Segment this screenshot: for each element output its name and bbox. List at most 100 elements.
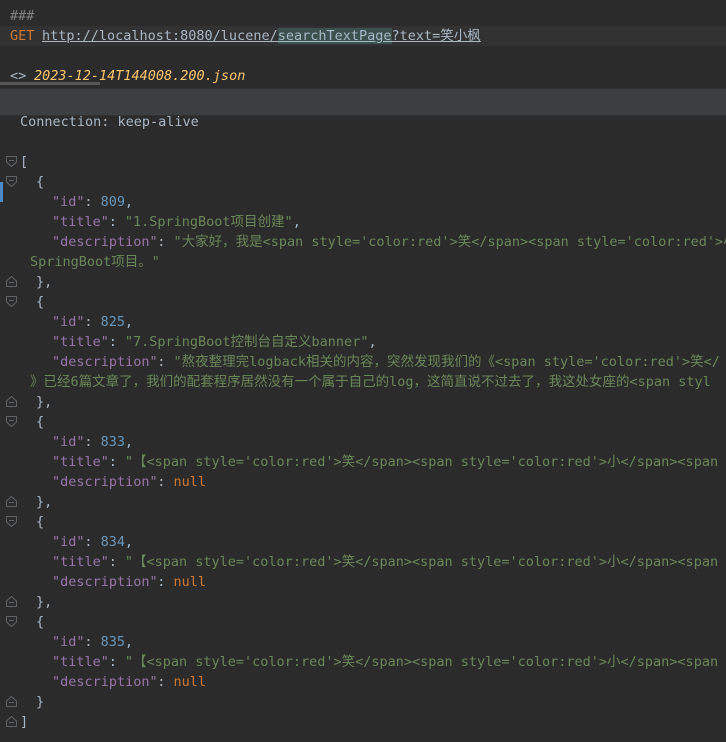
fold-open-icon[interactable] xyxy=(6,516,17,527)
json-colon: : xyxy=(157,474,174,490)
json-key-description: "description" xyxy=(52,354,158,370)
request-url-base[interactable]: http://localhost:8080/lucene/ xyxy=(42,28,278,44)
fold-close-icon[interactable] xyxy=(6,396,17,407)
json-comma: , xyxy=(124,194,134,210)
json-key-id: "id" xyxy=(52,194,85,210)
json-field-description: "description": null xyxy=(0,572,726,592)
json-key-description: "description" xyxy=(52,234,158,250)
json-field-id: "id": 834, xyxy=(0,532,726,552)
json-object-close: }, xyxy=(36,494,53,510)
json-field-id: "id": 809, xyxy=(0,192,726,212)
fold-close-icon[interactable] xyxy=(6,596,17,607)
json-field-title: "title": "7.SpringBoot控制台自定义banner", xyxy=(0,332,726,352)
request-url-query[interactable]: ?text=笑小枫 xyxy=(392,28,481,44)
request-separator: ### xyxy=(10,8,35,24)
json-colon: : xyxy=(84,534,101,550)
json-value-id: 834 xyxy=(100,534,125,550)
json-key-title: "title" xyxy=(52,454,109,470)
fold-open-icon[interactable] xyxy=(6,416,17,427)
json-array-close: ] xyxy=(20,714,29,730)
response-header-connection: Connection: keep-alive xyxy=(20,114,199,130)
json-object-close-line: }, xyxy=(0,392,726,412)
json-colon: : xyxy=(157,674,174,690)
json-key-title: "title" xyxy=(52,334,109,350)
json-value-description: null xyxy=(173,474,207,490)
json-object-close-line: } xyxy=(0,692,726,712)
json-object-close-line: }, xyxy=(0,592,726,612)
json-colon: : xyxy=(157,234,174,250)
json-object-close: }, xyxy=(36,394,53,410)
json-object-close-line: }, xyxy=(0,492,726,512)
response-header-line: Connection: keep-alive xyxy=(0,112,726,132)
json-object-open: { xyxy=(36,514,45,530)
json-colon: : xyxy=(84,194,101,210)
fold-open-icon[interactable] xyxy=(6,296,17,307)
json-value-id: 835 xyxy=(100,634,125,650)
json-value-id: 833 xyxy=(100,434,125,450)
fold-close-icon[interactable] xyxy=(6,696,17,707)
json-array-close-line: ] xyxy=(0,712,726,732)
http-method[interactable]: GET xyxy=(10,26,34,46)
json-comma: , xyxy=(124,634,134,650)
json-field-title: "title": "【<span style='color:red'>笑</sp… xyxy=(0,452,726,472)
json-key-title: "title" xyxy=(52,554,109,570)
json-key-title: "title" xyxy=(52,654,109,670)
json-value-title: "【<span style='color:red'>笑</span><span … xyxy=(124,554,726,570)
json-key-id: "id" xyxy=(52,314,85,330)
request-separator-line: ### xyxy=(0,6,726,26)
json-colon: : xyxy=(108,334,125,350)
json-field-description-wrap: 》已经6篇文章了，我们的配套程序居然没有一个属于自己的log，这简直说不过去了，… xyxy=(0,372,726,392)
request-line[interactable]: GET http://localhost:8080/lucene/searchT… xyxy=(0,26,726,46)
json-object-open-line: { xyxy=(0,172,726,192)
json-array-open: [ xyxy=(20,154,29,170)
json-object-close: } xyxy=(36,694,45,710)
json-field-title: "title": "【<span style='color:red'>笑</sp… xyxy=(0,552,726,572)
json-comma: , xyxy=(124,434,134,450)
json-value-description: null xyxy=(173,574,207,590)
json-value-title: "1.SpringBoot项目创建", xyxy=(124,214,301,230)
json-value-description: "熬夜整理完logback相关的内容，突然发现我们的《<span style='… xyxy=(173,354,720,370)
json-field-id: "id": 833, xyxy=(0,432,726,452)
json-colon: : xyxy=(84,314,101,330)
fold-close-icon[interactable] xyxy=(6,716,17,727)
json-field-description: "description": "熬夜整理完logback相关的内容，突然发现我们… xyxy=(0,352,726,372)
json-field-description-wrap: SpringBoot项目。" xyxy=(0,252,726,272)
json-object-open: { xyxy=(36,614,45,630)
json-key-description: "description" xyxy=(52,574,158,590)
json-object-open-line: { xyxy=(0,292,726,312)
json-comma: , xyxy=(368,334,377,350)
fold-open-icon[interactable] xyxy=(6,156,17,167)
json-colon: : xyxy=(108,454,125,470)
json-object-open: { xyxy=(36,414,45,430)
json-value-id: 825 xyxy=(100,314,125,330)
json-comma: , xyxy=(292,214,301,230)
fold-close-icon[interactable] xyxy=(6,276,17,287)
fold-open-icon[interactable] xyxy=(6,176,17,187)
response-file-underline xyxy=(0,82,100,85)
fold-close-icon[interactable] xyxy=(6,496,17,507)
json-value-title: "【<span style='color:red'>笑</span><span … xyxy=(124,654,726,670)
json-comma: , xyxy=(124,314,134,330)
json-key-description: "description" xyxy=(52,674,158,690)
request-url-path[interactable]: searchTextPage xyxy=(277,28,392,44)
json-colon: : xyxy=(84,634,101,650)
fold-open-icon[interactable] xyxy=(6,616,17,627)
json-field-title: "title": "【<span style='color:red'>笑</sp… xyxy=(0,652,726,672)
json-value-title: "【<span style='color:red'>笑</span><span … xyxy=(124,454,726,470)
request-url[interactable]: http://localhost:8080/lucene/searchTextP… xyxy=(42,26,481,46)
response-file-line[interactable]: <> 2023-12-14T144008.200.json xyxy=(0,66,726,86)
json-object-close: }, xyxy=(36,594,53,610)
json-object-open: { xyxy=(36,294,45,310)
json-colon: : xyxy=(108,554,125,570)
json-field-description: "description": "大家好，我是<span style='color… xyxy=(0,232,726,252)
json-value-title: "7.SpringBoot控制台自定义banner", xyxy=(124,334,377,350)
json-value-description: null xyxy=(173,674,207,690)
json-colon: : xyxy=(157,574,174,590)
json-colon: : xyxy=(84,434,101,450)
json-field-description: "description": null xyxy=(0,472,726,492)
json-comma: , xyxy=(124,534,134,550)
json-object-open-line: { xyxy=(0,412,726,432)
json-key-description: "description" xyxy=(52,474,158,490)
json-field-id: "id": 835, xyxy=(0,632,726,652)
json-field-title: "title": "1.SpringBoot项目创建", xyxy=(0,212,726,232)
